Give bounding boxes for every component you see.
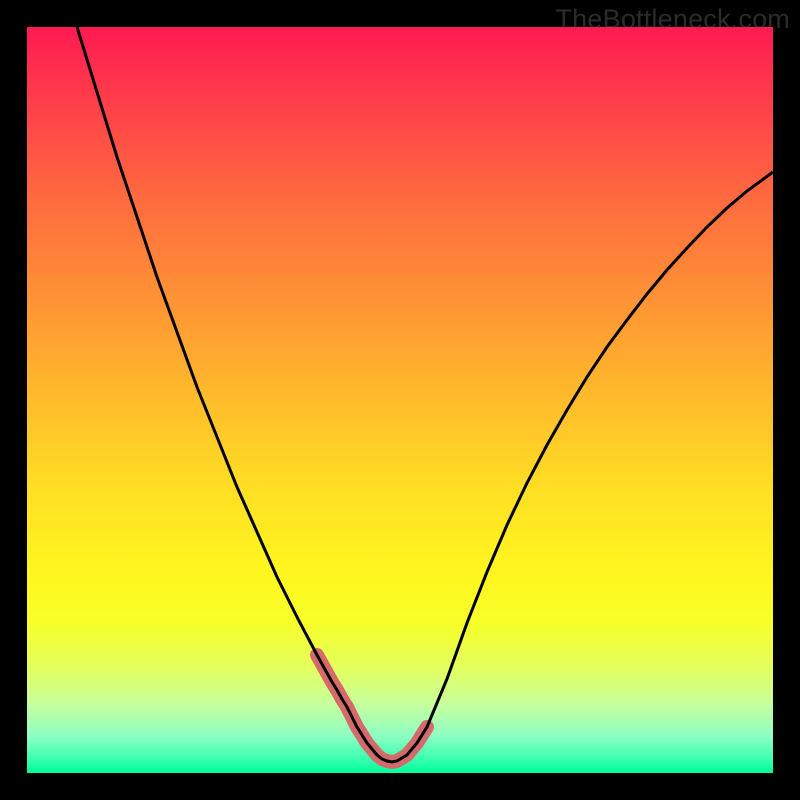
chart-svg [27,27,773,773]
outer-frame: TheBottleneck.com [0,0,800,800]
bottleneck-curve [77,27,773,762]
highlight-curve [317,655,427,762]
plot-area [27,27,773,773]
